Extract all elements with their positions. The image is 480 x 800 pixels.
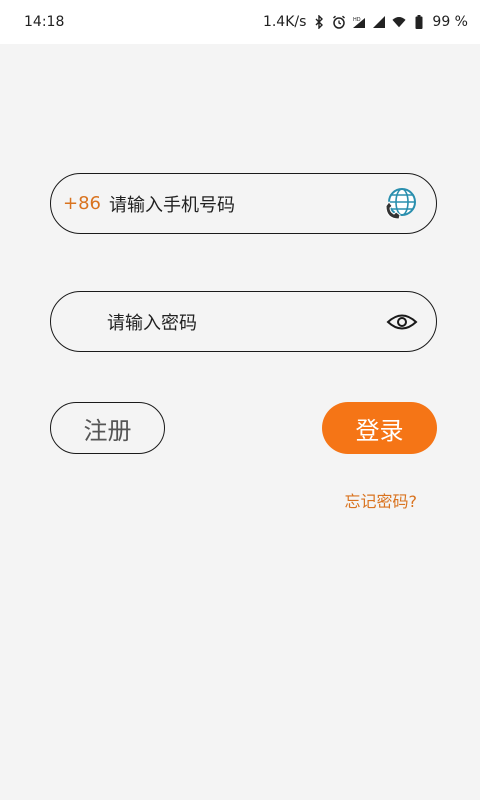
network-speed: 1.4K/s [262,14,307,30]
status-bar: 14:18 1.4K/s HD 99 % [0,0,480,44]
battery-level: 99 % [432,14,468,30]
signal-icon [372,15,386,29]
phone-placeholder: 请输入手机号码 [109,194,235,216]
svg-text:HD: HD [353,17,361,23]
forgot-password-link[interactable]: 忘记密码? [345,488,418,512]
country-code[interactable]: +86 [63,193,101,214]
battery-icon [412,15,426,29]
status-indicators: 1.4K/s HD 99 % [263,14,468,30]
status-time: 14:18 [24,14,65,30]
phone-input[interactable]: +86 请输入手机号码 [50,173,437,234]
hd-signal-icon: HD [352,15,366,29]
bluetooth-icon [312,15,326,29]
password-input[interactable]: 请输入密码 [50,291,437,352]
register-button[interactable]: 注册 [50,402,165,454]
eye-icon[interactable] [386,312,418,332]
login-button[interactable]: 登录 [322,402,437,454]
password-placeholder: 请输入密码 [107,312,197,334]
wifi-icon [392,15,406,29]
globe-phone-icon[interactable] [384,187,418,221]
alarm-icon [332,15,346,29]
